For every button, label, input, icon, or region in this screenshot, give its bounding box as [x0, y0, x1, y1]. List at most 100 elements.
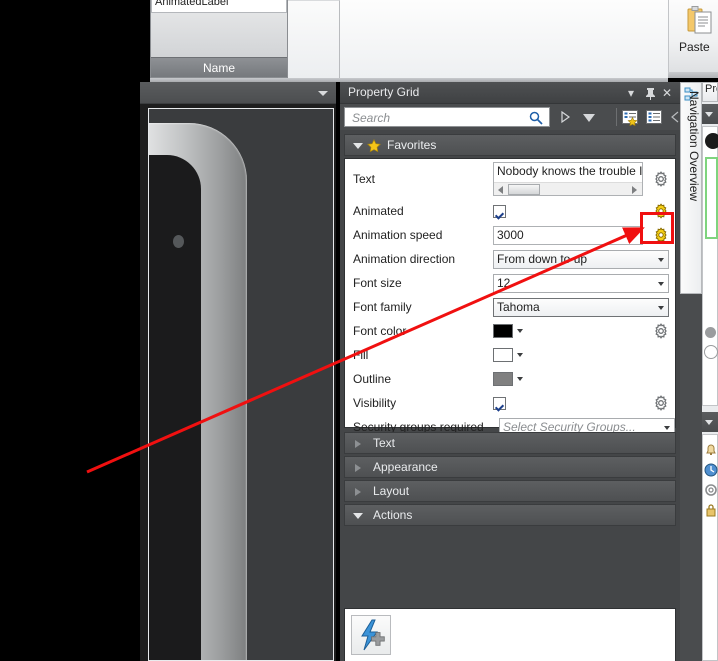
section-header-actions[interactable]: Actions: [344, 504, 676, 526]
fill-color-swatch[interactable]: [493, 348, 513, 362]
property-label: Animation direction: [353, 252, 456, 266]
search-input[interactable]: Search: [344, 107, 550, 127]
property-row-font-size: Font size 12: [345, 271, 675, 295]
property-label: Font color: [353, 324, 407, 338]
name-input[interactable]: AnimatedLabel: [151, 0, 287, 13]
property-label: Font family: [353, 300, 412, 314]
property-grid-search-row: Search: [340, 104, 680, 130]
right-panel-header[interactable]: [702, 104, 718, 124]
ribbon-divider: [668, 72, 718, 78]
chevron-down-icon[interactable]: [658, 257, 664, 262]
section-label: Appearance: [373, 460, 438, 474]
horizontal-scrollbar[interactable]: [494, 182, 642, 195]
font-family-combo[interactable]: Tahoma: [493, 297, 669, 317]
section-label: Text: [373, 436, 396, 450]
navigation-overview-gutter: [680, 294, 702, 661]
scroll-right-arrow-icon[interactable]: [632, 186, 637, 194]
font-color-swatch[interactable]: [493, 324, 513, 338]
scroll-left-arrow-icon[interactable]: [498, 186, 503, 194]
property-value: Nobody knows the trouble I'v: [497, 164, 643, 178]
property-row-animation-direction: Animation direction From down to up: [345, 247, 675, 271]
animation-direction-combo[interactable]: From down to up: [493, 249, 669, 269]
property-label: Animated: [353, 204, 404, 218]
chevron-down-icon[interactable]: [658, 305, 664, 310]
lightning-bolt-add-icon: [361, 619, 385, 651]
bell-icon[interactable]: [704, 443, 718, 457]
property-label: Visibility: [353, 396, 397, 410]
clock-icon[interactable]: [704, 463, 718, 477]
property-grid-title: Property Grid: [348, 85, 420, 99]
chevron-down-icon[interactable]: [658, 281, 664, 286]
right-panel-header-2[interactable]: [702, 412, 718, 432]
screenshot-root: AnimatedLabel Name Paste Property Grid ▾…: [0, 0, 718, 661]
chevron-down-icon[interactable]: [517, 353, 523, 357]
property-label: Text: [353, 172, 376, 186]
section-header-text[interactable]: Text: [344, 432, 676, 454]
navigation-overview-label: Navigation Overview: [687, 91, 701, 202]
panel-dropdown-icon[interactable]: ▾: [624, 86, 638, 100]
chevron-down-icon[interactable]: [664, 425, 670, 430]
section-list: Text Appearance Layout Actions: [340, 430, 680, 526]
property-row-animated: Animated: [345, 199, 675, 223]
scrollbar-thumb[interactable]: [508, 184, 540, 195]
chevron-down-icon: [705, 420, 713, 425]
property-label: Outline: [353, 372, 392, 386]
property-row-outline: Outline: [345, 367, 675, 391]
combo-value: Tahoma: [497, 299, 540, 314]
gear-icon[interactable]: [653, 323, 669, 339]
name-panel-filler: [288, 0, 340, 78]
property-label: Fill: [353, 348, 369, 362]
add-action-button[interactable]: [351, 615, 391, 655]
section-header-layout[interactable]: Layout: [344, 480, 676, 502]
property-grid-titlebar: Property Grid ▾ ✕: [340, 82, 680, 104]
selected-toolbox-item[interactable]: [705, 157, 718, 239]
property-row-animation-speed: Animation speed 3000: [345, 223, 675, 247]
property-row-fill: Fill: [345, 343, 675, 367]
gear-icon[interactable]: [704, 483, 718, 497]
animation-speed-input[interactable]: 3000: [493, 225, 643, 245]
right-panel-tab[interactable]: Pro: [702, 82, 718, 102]
search-icon[interactable]: [529, 111, 543, 125]
section-header-appearance[interactable]: Appearance: [344, 456, 676, 478]
favorites-section-header[interactable]: Favorites: [344, 134, 676, 156]
annotation-highlight-rect: [640, 212, 674, 244]
close-icon[interactable]: ✕: [660, 86, 674, 100]
property-label: Animation speed: [353, 228, 443, 242]
right-panel-body-2: [702, 434, 718, 661]
visibility-checkbox[interactable]: [493, 396, 506, 410]
play-triangle-icon[interactable]: [556, 108, 574, 126]
text-value-box[interactable]: Nobody knows the trouble I'v: [493, 162, 643, 196]
toolbar-divider: [616, 108, 617, 126]
animated-checkbox[interactable]: [493, 204, 506, 218]
paste-button[interactable]: Paste: [668, 0, 718, 72]
favorites-list-icon[interactable]: [621, 108, 639, 126]
lock-icon[interactable]: [704, 503, 718, 517]
paste-icon: [687, 6, 712, 34]
toolbox-circle-item[interactable]: [705, 133, 718, 149]
chevron-down-icon: [353, 513, 363, 519]
filter-down-arrow-icon[interactable]: [580, 108, 598, 126]
section-label: Actions: [373, 508, 413, 522]
design-canvas-area: [140, 82, 336, 661]
toolbox-gauge-item[interactable]: [704, 345, 718, 359]
gear-icon[interactable]: [653, 395, 669, 411]
categorized-list-icon[interactable]: [645, 108, 663, 126]
property-grid-panel: Property Grid ▾ ✕ Search Favorites Text …: [340, 82, 680, 661]
navigation-overview-tab[interactable]: Navigation Overview: [680, 82, 702, 294]
toolbar-strip: [288, 0, 668, 78]
chevron-down-icon[interactable]: [517, 329, 523, 333]
favorites-label: Favorites: [387, 138, 437, 152]
chevron-down-icon[interactable]: [517, 377, 523, 381]
chevron-down-icon[interactable]: [318, 91, 328, 96]
property-row-text: Text Nobody knows the trouble I'v: [345, 159, 675, 199]
outline-color-swatch[interactable]: [493, 372, 513, 386]
design-canvas[interactable]: [148, 108, 334, 661]
gear-icon[interactable]: [653, 171, 669, 187]
font-size-combo[interactable]: 12: [493, 273, 669, 293]
name-panel: AnimatedLabel Name: [150, 0, 288, 78]
toolbox-grey-circle-item[interactable]: [705, 327, 716, 338]
paste-label: Paste: [679, 40, 710, 54]
chevron-right-icon: [355, 464, 361, 472]
pin-icon[interactable]: [645, 87, 656, 100]
property-row-font-family: Font family Tahoma: [345, 295, 675, 319]
